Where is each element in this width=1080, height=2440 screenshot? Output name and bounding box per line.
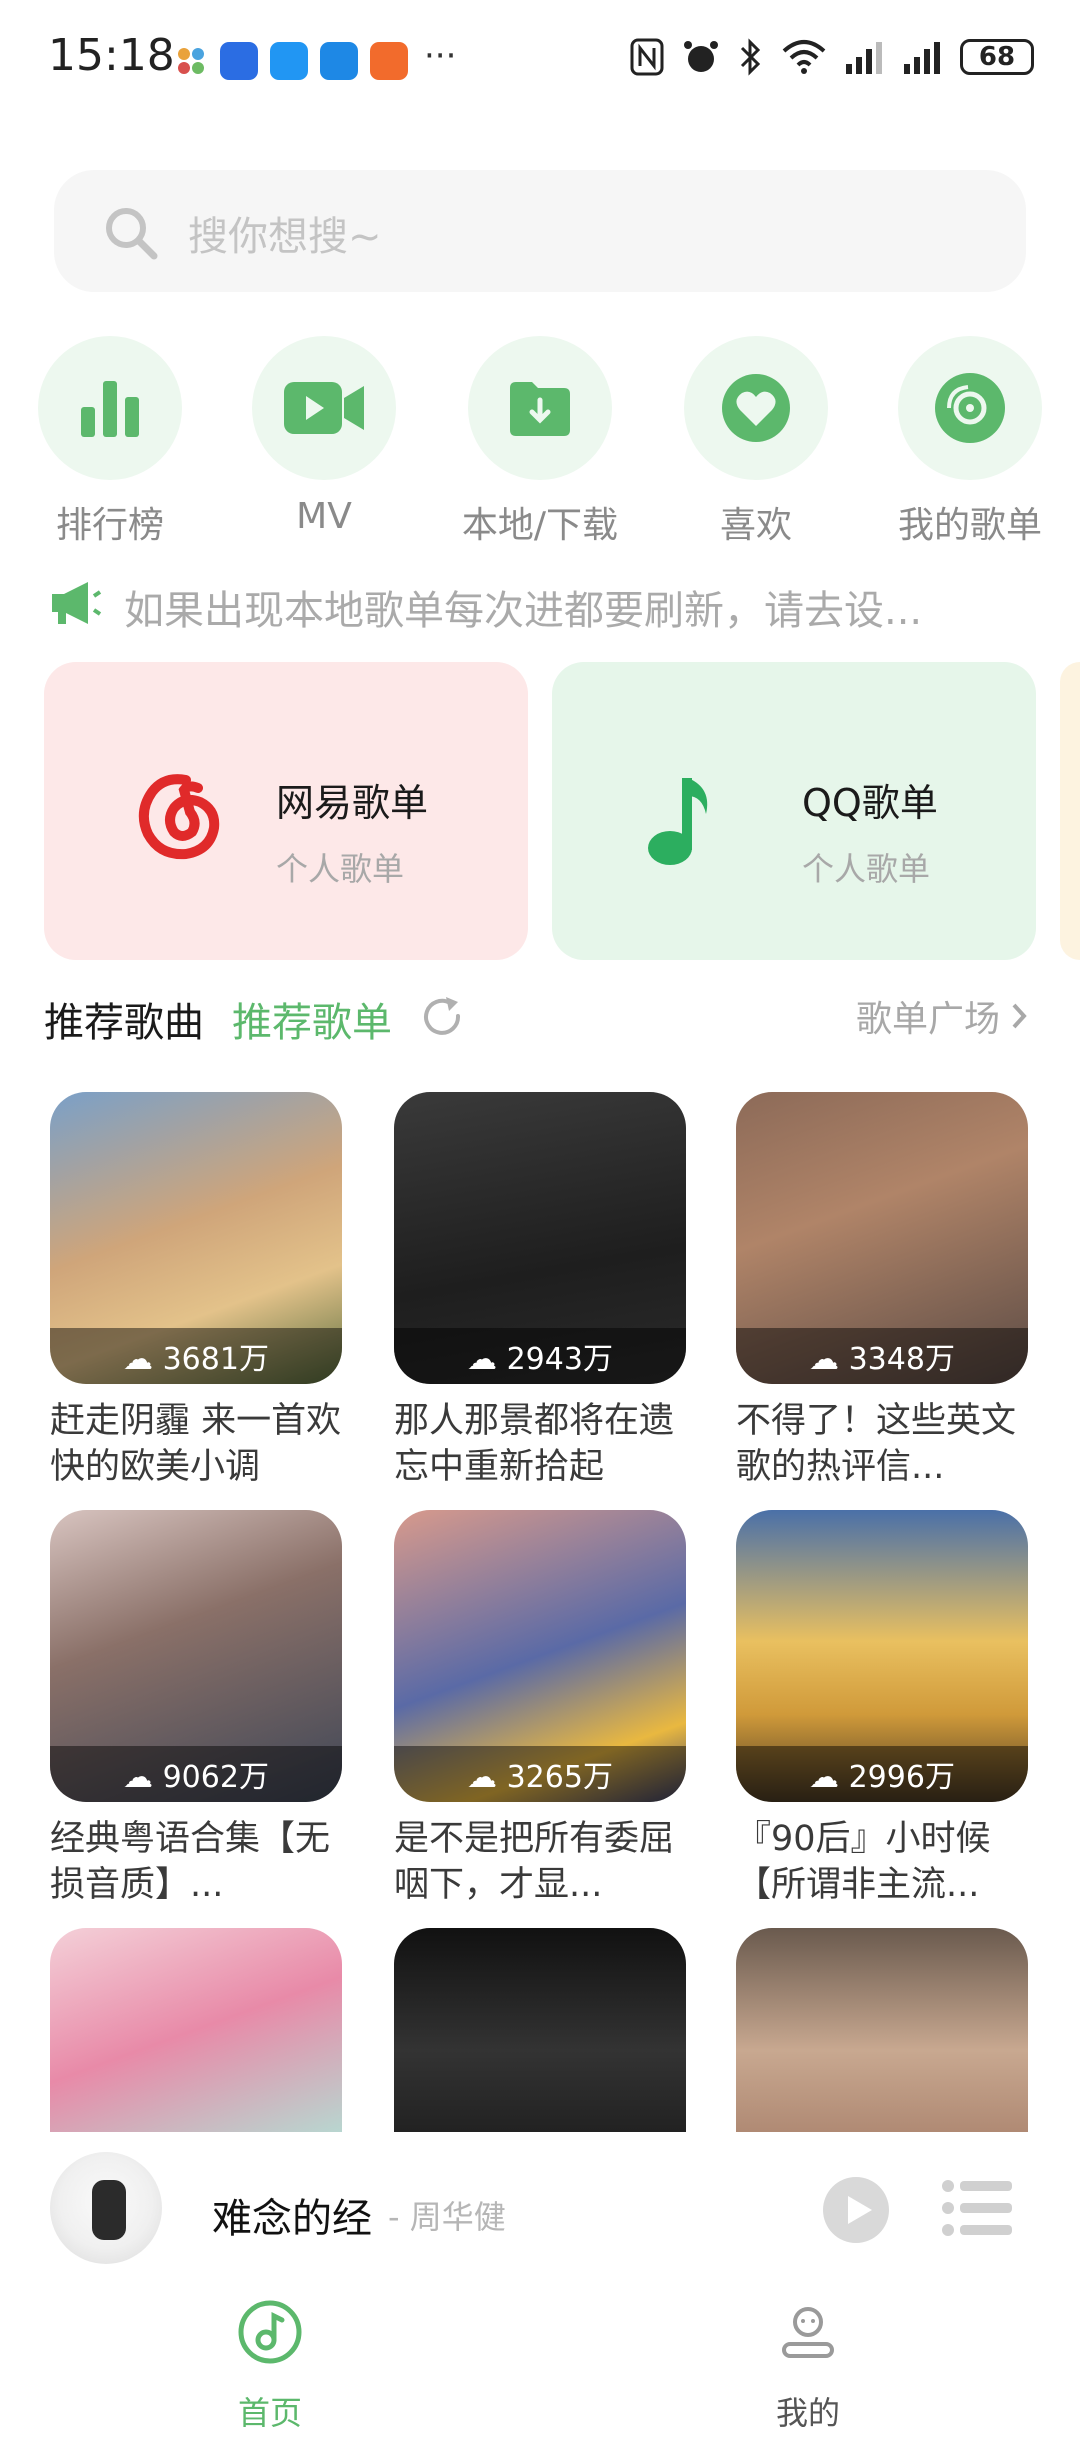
- app-notification-icon: [220, 42, 258, 80]
- refresh-icon[interactable]: [420, 994, 466, 1040]
- playlist-cover[interactable]: ☁ 3681万: [50, 1092, 342, 1384]
- playlist-title[interactable]: 『90后』小时候【所谓非主流...: [736, 1816, 1036, 1908]
- playlist-title[interactable]: 那人那景都将在遗忘中重新拾起: [394, 1398, 694, 1490]
- card-title: 网易歌单: [276, 781, 429, 825]
- status-bar: 15:18 ··· 68: [0, 0, 1080, 120]
- notice-text[interactable]: 如果出现本地歌单每次进都要刷新，请去设...: [124, 578, 1024, 636]
- qq-playlist-card[interactable]: QQ歌单 个人歌单: [552, 662, 1036, 960]
- category-ranking[interactable]: [38, 336, 182, 480]
- playlist-cover[interactable]: [394, 1928, 686, 2132]
- card-subtitle: 个人歌单: [802, 850, 931, 888]
- qq-music-note-icon: [648, 778, 708, 865]
- now-playing-album-art[interactable]: [50, 2152, 162, 2264]
- card-title: QQ歌单: [802, 781, 938, 825]
- play-count: ☁ 3681万: [123, 1342, 269, 1377]
- category-my-playlists[interactable]: [898, 336, 1042, 480]
- play-count: ☁ 2996万: [809, 1760, 955, 1795]
- bar-chart-icon: [81, 381, 139, 437]
- category-circle: [252, 336, 396, 480]
- mini-player[interactable]: [0, 2132, 1080, 2292]
- search-placeholder: 搜你想搜~: [188, 214, 382, 260]
- playlist-title[interactable]: 赶走阴霾 来一首欢快的欧美小调: [50, 1398, 350, 1490]
- disc-icon: [935, 373, 1005, 443]
- chevron-right-icon: [1012, 1003, 1027, 1029]
- bottom-nav: [0, 2292, 1080, 2440]
- now-playing-artist: - 周华健: [388, 2198, 506, 2236]
- playlist-cover[interactable]: [736, 1928, 1028, 2132]
- video-camera-icon: [284, 382, 364, 434]
- home-music-icon: [238, 2300, 302, 2364]
- category-local-download[interactable]: [468, 336, 612, 480]
- category-favorites[interactable]: [684, 336, 828, 480]
- playlist-plaza-link[interactable]: 歌单广场: [856, 990, 1030, 1042]
- nav-home[interactable]: 首页: [200, 2300, 340, 2440]
- megaphone-icon: [52, 582, 102, 624]
- category-circle: [684, 336, 828, 480]
- tab-recommended-playlists[interactable]: 推荐歌单: [232, 990, 392, 1048]
- category-circle: [38, 336, 182, 480]
- play-count: ☁ 3265万: [467, 1760, 613, 1795]
- card-subtitle: 个人歌单: [276, 850, 405, 888]
- playlist-cover[interactable]: ☁ 9062万: [50, 1510, 342, 1802]
- nav-label: 我的: [775, 2394, 840, 2432]
- app-notification-icon: [320, 42, 358, 80]
- folder-download-icon: [510, 382, 570, 436]
- play-button[interactable]: [822, 2176, 890, 2244]
- bluetooth-icon: [740, 38, 761, 76]
- app-notification-icon: [172, 42, 210, 80]
- tab-recommended-songs[interactable]: 推荐歌曲: [44, 990, 204, 1048]
- profile-icon: [782, 2307, 834, 2358]
- netease-cloud-music-icon: [138, 774, 220, 860]
- nav-mine[interactable]: 我的: [738, 2300, 878, 2440]
- category-label: 排行榜: [55, 505, 164, 546]
- next-import-card-peek[interactable]: [1060, 662, 1080, 960]
- category-label: 我的歌单: [897, 505, 1042, 546]
- search-icon: [106, 208, 158, 260]
- play-count: ☁ 9062万: [123, 1760, 269, 1795]
- play-count: ☁ 3348万: [809, 1342, 955, 1377]
- netease-playlist-card[interactable]: 网易歌单 个人歌单: [44, 662, 528, 960]
- alarm-icon: [684, 41, 718, 72]
- nfc-icon: [630, 38, 664, 76]
- playlist-cover[interactable]: ☁ 2996万: [736, 1510, 1028, 1802]
- status-icons: 68: [630, 38, 1034, 76]
- playlist-cover[interactable]: [50, 1928, 342, 2132]
- status-time: 15:18: [48, 30, 175, 81]
- nav-label: 首页: [237, 2394, 302, 2432]
- more-notifications-icon: ···: [424, 36, 457, 76]
- plaza-label: 歌单广场: [855, 999, 1000, 1040]
- playlist-title[interactable]: 不得了！这些英文歌的热评信...: [736, 1398, 1036, 1490]
- app-notification-icon: [370, 42, 408, 80]
- category-label: 喜欢: [719, 505, 792, 546]
- now-playing-title: 难念的经: [212, 2196, 372, 2242]
- message-notification-icon: [270, 42, 308, 80]
- category-label: 本地/下载: [461, 505, 619, 546]
- battery-indicator: 68: [960, 39, 1034, 75]
- play-count: ☁ 2943万: [467, 1342, 613, 1377]
- category-circle: [898, 336, 1042, 480]
- playlist-cover[interactable]: ☁ 3348万: [736, 1092, 1028, 1384]
- category-circle: [468, 336, 612, 480]
- category-mv[interactable]: [252, 336, 396, 480]
- playlist-cover[interactable]: ☁ 3265万: [394, 1510, 686, 1802]
- wifi-icon: [782, 40, 826, 74]
- signal-icon: [846, 42, 882, 74]
- heart-icon: [722, 374, 790, 442]
- playlist-title[interactable]: 是不是把所有委屈咽下，才显...: [394, 1816, 694, 1908]
- signal-icon: [904, 42, 940, 74]
- playlist-title[interactable]: 经典粤语合集【无损音质】...: [50, 1816, 350, 1908]
- playlist-cover[interactable]: ☁ 2943万: [394, 1092, 686, 1384]
- category-label: MV: [296, 496, 352, 537]
- playlist-queue-icon[interactable]: [940, 2178, 1014, 2238]
